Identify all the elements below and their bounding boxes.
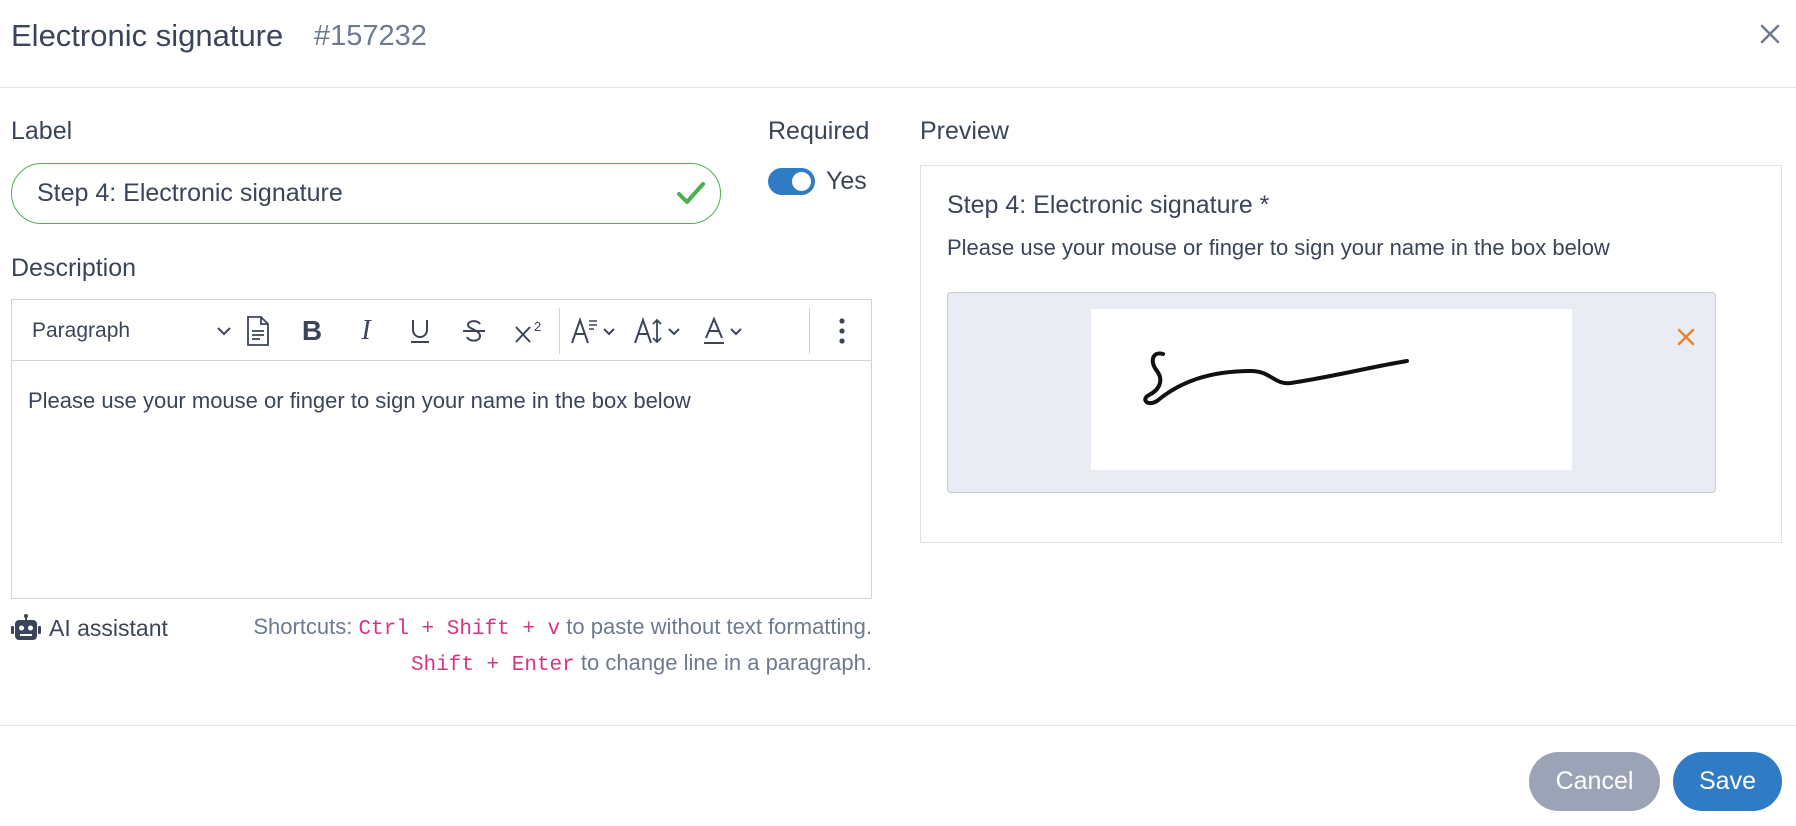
paragraph-select[interactable]: Paragraph [32,313,232,349]
shortcuts-hint: Shortcuts: Ctrl + Shift + v to paste wit… [253,610,872,682]
preview-field-description: Please use your mouse or finger to sign … [947,235,1610,260]
editor-content[interactable]: Please use your mouse or finger to sign … [28,388,691,414]
shortcut-desc-newline: to change line in a paragraph. [580,650,872,675]
modal-header: Electronic signature #157232 [0,0,1796,88]
save-button[interactable]: Save [1673,752,1782,811]
preview-field-title: Step 4: Electronic signature * [947,191,1270,219]
check-icon [677,182,705,204]
shortcut-line-2: Shift + Enter to change line in a paragr… [253,646,872,682]
required-heading: Required [768,117,870,145]
toolbar-separator [809,308,810,354]
modal-title: Electronic signature [11,18,284,53]
strikethrough-icon[interactable] [456,313,492,349]
label-input[interactable] [37,174,657,212]
paragraph-select-label: Paragraph [32,319,131,342]
superscript-icon[interactable]: 2 [510,313,550,349]
close-icon[interactable] [1754,18,1786,50]
toolbar-separator [559,308,560,354]
description-heading: Description [11,254,137,282]
ai-assistant-label: AI assistant [49,614,168,641]
field-id: #157232 [314,20,427,52]
signature-canvas[interactable] [1091,309,1572,470]
shortcut-line-1: Shortcuts: Ctrl + Shift + v to paste wit… [253,610,872,646]
chevron-down-icon [217,327,231,336]
shortcut-combo-paste: Ctrl + Shift + v [358,618,561,641]
ai-assistant-button[interactable]: AI assistant [11,612,168,644]
clear-signature-icon[interactable] [1673,324,1699,350]
required-toggle[interactable] [768,168,815,195]
underline-icon[interactable] [402,313,438,349]
preview-panel: Step 4: Electronic signature * Please us… [920,165,1782,543]
label-heading: Label [11,117,73,145]
font-color-icon[interactable] [702,313,752,349]
robot-icon [11,614,41,640]
source-icon[interactable] [240,313,276,349]
bold-icon[interactable]: B [294,313,330,349]
font-size-icon[interactable] [632,313,686,349]
preview-heading: Preview [920,117,1009,145]
signature-area [947,292,1716,493]
more-options-icon[interactable] [830,313,854,349]
rich-text-editor: Paragraph B I 2 Please use your mouse or… [11,299,872,599]
line-spacing-icon[interactable] [569,313,619,349]
signature-drawing [1143,351,1409,406]
label-field[interactable] [11,163,721,224]
shortcut-desc-paste: to paste without text formatting. [566,614,872,639]
shortcut-combo-newline: Shift + Enter [410,654,575,677]
footer-divider [0,725,1796,726]
italic-icon[interactable]: I [348,313,384,349]
svg-text:2: 2 [534,319,541,334]
cancel-button[interactable]: Cancel [1529,752,1660,811]
toggle-knob [792,172,811,191]
editor-toolbar: Paragraph B I 2 [12,300,871,361]
shortcuts-prefix: Shortcuts: [253,614,353,639]
required-toggle-label: Yes [826,167,867,195]
